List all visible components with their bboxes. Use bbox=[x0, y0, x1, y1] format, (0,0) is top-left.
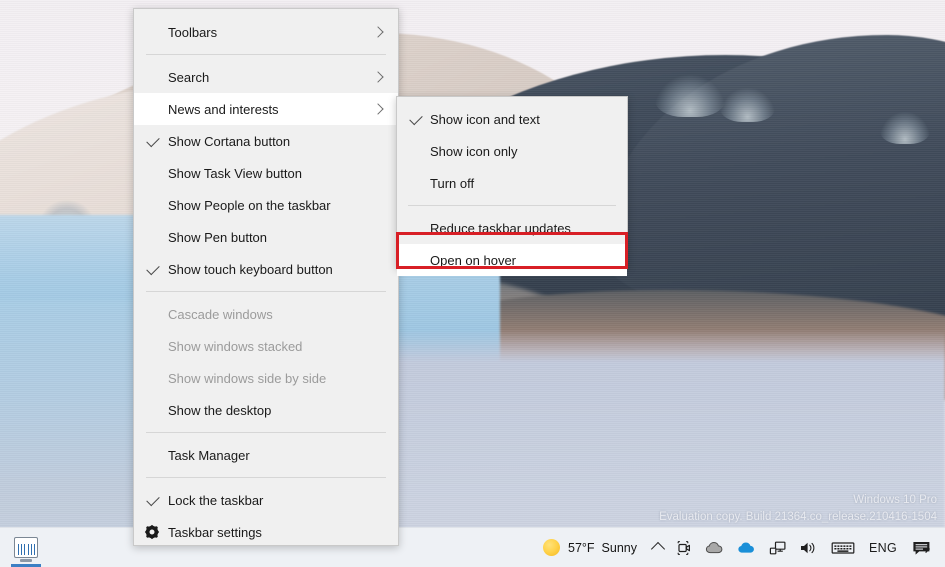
menu-item-label: Show People on the taskbar bbox=[168, 197, 331, 213]
watermark-build: Evaluation copy. Build 21364.co_release.… bbox=[659, 511, 937, 523]
onedrive-personal-button[interactable] bbox=[699, 528, 731, 567]
weather-condition: Sunny bbox=[601, 540, 637, 555]
touch-keyboard-button[interactable] bbox=[825, 528, 861, 567]
menu-item-label: Show touch keyboard button bbox=[168, 261, 333, 277]
checkmark-icon bbox=[409, 111, 423, 126]
menu-item-label: Task Manager bbox=[168, 447, 250, 463]
taskbar-context-menu[interactable]: Toolbars Search News and interests Show Cor… bbox=[133, 8, 399, 546]
cloud-gray-icon bbox=[705, 541, 723, 553]
menu-item-label: Show windows side by side bbox=[168, 370, 327, 386]
network-icon bbox=[769, 541, 786, 554]
menu-item-cascade-windows: Cascade windows bbox=[134, 298, 398, 330]
menu-separator bbox=[408, 205, 616, 206]
camera-icon bbox=[677, 540, 690, 555]
checkmark-icon bbox=[146, 133, 160, 148]
chevron-right-icon bbox=[372, 103, 384, 115]
menu-separator bbox=[146, 54, 386, 55]
menu-item-toolbars[interactable]: Toolbars bbox=[134, 16, 398, 48]
menu-item-show-task-view-button[interactable]: Show Task View button bbox=[134, 157, 398, 189]
language-indicator[interactable]: ENG bbox=[861, 541, 905, 555]
menu-separator bbox=[146, 291, 386, 292]
cloud-blue-icon bbox=[738, 542, 754, 553]
menu-item-label: Search bbox=[168, 69, 210, 85]
menu-item-label: Cascade windows bbox=[168, 306, 273, 322]
windows-activation-watermark: Windows 10 Pro Evaluation copy. Build 21… bbox=[659, 492, 937, 526]
menu-item-show-icon-and-text[interactable]: Show icon and text bbox=[397, 103, 627, 135]
menu-item-task-manager[interactable]: Task Manager bbox=[134, 439, 398, 471]
weather-widget[interactable]: 57°F Sunny bbox=[537, 528, 647, 567]
menu-item-show-the-desktop[interactable]: Show the desktop bbox=[134, 394, 398, 426]
meet-now-button[interactable] bbox=[669, 528, 699, 567]
desktop-screen: Windows 10 Pro Evaluation copy. Build 21… bbox=[0, 0, 945, 567]
menu-item-open-on-hover[interactable]: Open on hover bbox=[397, 244, 627, 276]
menu-item-label: Show Pen button bbox=[168, 229, 268, 245]
wallpaper-grass-tuft bbox=[655, 75, 725, 117]
menu-separator bbox=[146, 477, 386, 478]
menu-item-label: Open on hover bbox=[430, 252, 517, 268]
menu-item-label: Show icon only bbox=[430, 143, 518, 159]
task-manager-icon bbox=[14, 537, 38, 562]
wallpaper-grass-tuft bbox=[880, 112, 930, 144]
menu-item-show-icon-only[interactable]: Show icon only bbox=[397, 135, 627, 167]
menu-item-show-windows-stacked: Show windows stacked bbox=[134, 330, 398, 362]
menu-item-label: Show windows stacked bbox=[168, 338, 303, 354]
wallpaper-grass-tuft bbox=[720, 88, 775, 122]
system-tray[interactable]: 57°F Sunny ENG bbox=[537, 528, 945, 567]
show-hidden-icons-button[interactable] bbox=[647, 528, 669, 567]
active-app-indicator bbox=[11, 563, 41, 567]
menu-item-show-people-on-the-taskbar[interactable]: Show People on the taskbar bbox=[134, 189, 398, 221]
onedrive-business-button[interactable] bbox=[731, 528, 763, 567]
network-button[interactable] bbox=[763, 528, 793, 567]
chevron-right-icon bbox=[372, 71, 384, 83]
menu-item-label: Reduce taskbar updates bbox=[430, 220, 571, 236]
menu-item-label: Show icon and text bbox=[430, 111, 540, 127]
menu-item-show-cortana-button[interactable]: Show Cortana button bbox=[134, 125, 398, 157]
taskbar-button-task-manager[interactable] bbox=[8, 529, 44, 567]
speaker-icon bbox=[801, 542, 815, 553]
news-and-interests-submenu[interactable]: Show icon and text Show icon only Turn off… bbox=[396, 96, 628, 276]
menu-item-show-pen-button[interactable]: Show Pen button bbox=[134, 221, 398, 253]
notification-icon bbox=[913, 541, 931, 555]
menu-item-reduce-taskbar-updates[interactable]: Reduce taskbar updates bbox=[397, 212, 627, 244]
chevron-up-icon bbox=[650, 541, 666, 557]
menu-item-show-touch-keyboard-button[interactable]: Show touch keyboard button bbox=[134, 253, 398, 285]
menu-item-news-and-interests[interactable]: News and interests bbox=[134, 93, 398, 125]
checkmark-icon bbox=[146, 261, 160, 276]
menu-item-label: Show Task View button bbox=[168, 165, 302, 181]
sun-icon bbox=[543, 539, 560, 556]
menu-item-label: Turn off bbox=[430, 175, 475, 191]
volume-button[interactable] bbox=[793, 528, 825, 567]
watermark-edition: Windows 10 Pro bbox=[853, 494, 937, 506]
menu-item-label: Lock the taskbar bbox=[168, 492, 264, 508]
weather-temperature: 57°F bbox=[568, 540, 595, 555]
menu-item-label: Show Cortana button bbox=[168, 133, 291, 149]
menu-item-turn-off[interactable]: Turn off bbox=[397, 167, 627, 199]
menu-item-label: Toolbars bbox=[168, 24, 218, 40]
chevron-right-icon bbox=[372, 26, 384, 38]
checkmark-icon bbox=[146, 492, 160, 507]
menu-item-lock-the-taskbar[interactable]: Lock the taskbar bbox=[134, 484, 398, 516]
menu-item-taskbar-settings[interactable]: Taskbar settings bbox=[134, 516, 398, 548]
menu-item-label: Show the desktop bbox=[168, 402, 272, 418]
taskbar-app-area[interactable] bbox=[0, 529, 44, 567]
menu-separator bbox=[146, 432, 386, 433]
menu-item-label: Taskbar settings bbox=[168, 524, 262, 540]
gear-icon bbox=[144, 524, 160, 540]
menu-item-search[interactable]: Search bbox=[134, 61, 398, 93]
action-center-button[interactable] bbox=[905, 528, 939, 567]
keyboard-icon bbox=[831, 541, 855, 554]
menu-item-label: News and interests bbox=[168, 101, 279, 117]
menu-item-show-windows-side-by-side: Show windows side by side bbox=[134, 362, 398, 394]
